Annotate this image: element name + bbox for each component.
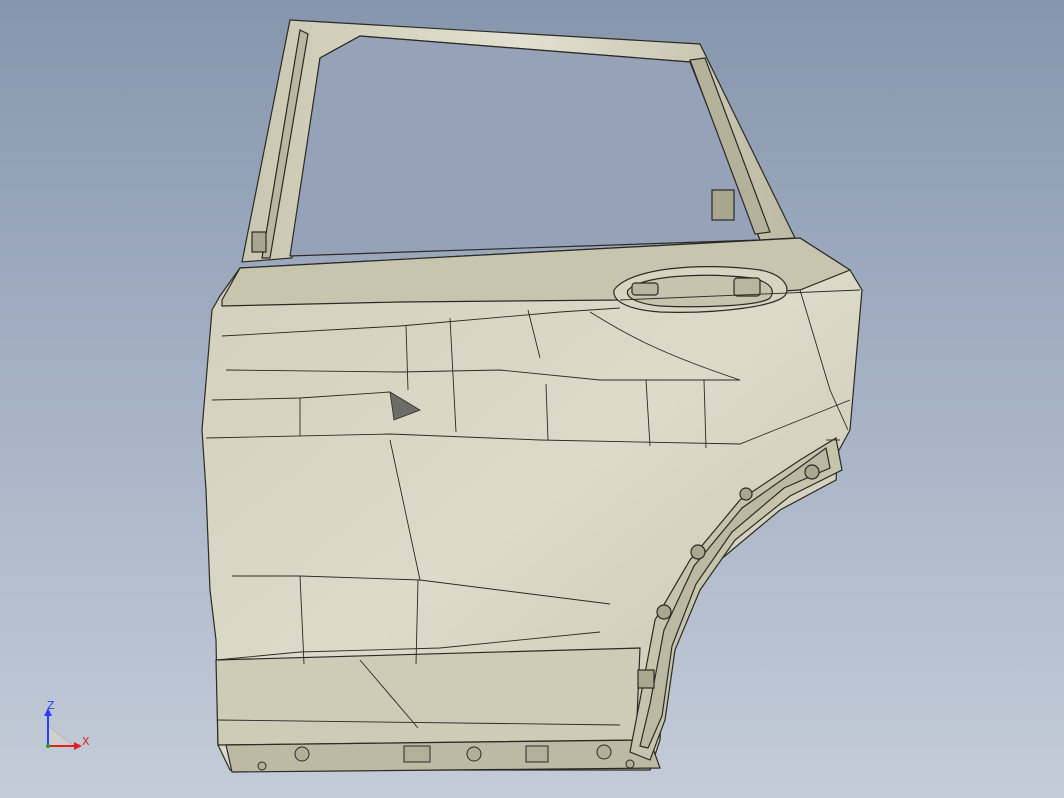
y-axis-shading xyxy=(47,725,75,747)
handle-cylinder xyxy=(631,282,659,296)
flange-clip-2 xyxy=(403,745,431,763)
coordinate-triad: Z X xyxy=(36,694,96,756)
flange-clip-6 xyxy=(257,761,267,771)
flange-clip-1 xyxy=(294,746,310,762)
window-clip-right xyxy=(711,189,735,221)
flange-clip-3 xyxy=(466,746,482,762)
flange-clip-4 xyxy=(525,745,549,763)
z-axis-label: Z xyxy=(47,699,55,712)
arch-clip-2 xyxy=(739,487,753,501)
window-clip-left xyxy=(251,231,267,253)
flange-clip-7 xyxy=(625,759,635,769)
x-axis-arrow xyxy=(74,742,82,750)
3d-viewport[interactable]: Z X xyxy=(0,0,1064,798)
handle-lock xyxy=(733,277,761,297)
arch-clip-4 xyxy=(656,604,672,620)
arch-clip-5 xyxy=(637,669,655,689)
arch-clip-1 xyxy=(804,464,820,480)
door-model[interactable] xyxy=(0,0,1064,798)
window-frame xyxy=(241,19,796,263)
arch-clip-3 xyxy=(690,544,706,560)
x-axis-label: X xyxy=(82,735,90,748)
flange-clip-5 xyxy=(596,744,612,760)
y-axis-origin xyxy=(46,744,50,748)
